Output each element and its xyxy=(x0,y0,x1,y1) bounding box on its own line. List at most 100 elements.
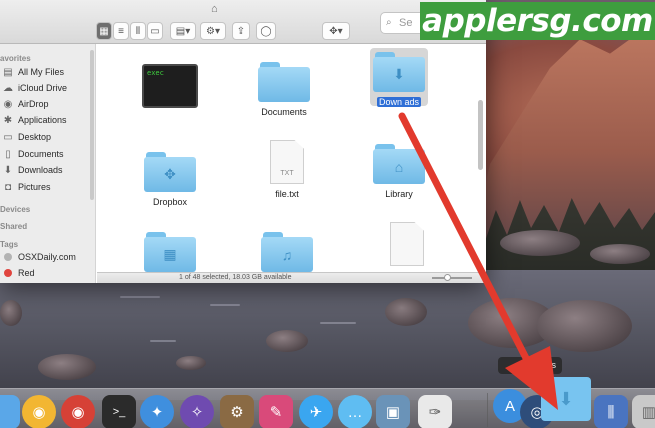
dock-safari[interactable]: ✦ xyxy=(140,395,174,428)
search-icon: ⌕ xyxy=(386,17,392,28)
dock-twitter[interactable]: ✈ xyxy=(299,395,333,428)
icon-size-slider[interactable] xyxy=(432,274,472,281)
sidebar-tag-osxdaily[interactable]: OSXDaily.com xyxy=(0,249,96,265)
tags-button[interactable]: ◯ xyxy=(256,22,276,40)
sidebar-item-applications[interactable]: ✱ Applications xyxy=(0,112,96,128)
downloads-folder-icon: ⬇ xyxy=(373,52,425,92)
sidebar-item-pictures[interactable]: ◘ Pictures xyxy=(0,179,96,195)
devices-heading: Devices xyxy=(0,205,31,214)
dock-chrome-canary[interactable]: ◉ xyxy=(22,395,56,428)
file-label: Library xyxy=(385,189,413,199)
water-ripple xyxy=(120,296,160,298)
dock: ◉ ◉ >_ ✦ ✧ ⚙ ✎ ✈ … ▣ ✑ A ◎ ⬇ ⫼ ▥ xyxy=(0,377,655,428)
file-grid: exec Documents ⬇ Down ads ✥ Dropbox TXT … xyxy=(97,44,486,272)
rock xyxy=(590,244,650,264)
tags-heading: Tags xyxy=(0,240,19,249)
dock-trash[interactable]: ▥ xyxy=(632,395,655,428)
home-icon: ⌂ xyxy=(211,3,218,15)
sidebar-item-desktop[interactable]: ▭ Desktop xyxy=(0,129,96,145)
sidebar-item-label: iCloud Drive xyxy=(18,83,68,93)
arrange-menu[interactable]: ▤▾ xyxy=(170,22,196,40)
dock-downloads-stack[interactable]: ⬇ xyxy=(541,377,591,421)
document-icon xyxy=(390,222,424,266)
file-item-file-txt[interactable]: TXT file.txt xyxy=(242,140,332,202)
rock xyxy=(500,230,580,256)
icon-view-button[interactable]: ▦ xyxy=(96,22,112,40)
dock-applications-stack[interactable]: ⫼ xyxy=(594,395,628,428)
watermark-text: applersg.com xyxy=(422,3,653,39)
favorites-heading: avorites xyxy=(0,54,31,63)
rock xyxy=(176,356,206,370)
file-item-library[interactable]: ⌂ Library xyxy=(354,144,444,202)
sidebar-tag-red[interactable]: Red xyxy=(0,265,96,281)
file-label: Documents xyxy=(261,107,307,117)
sidebar-item-label: Documents xyxy=(18,149,64,159)
movies-folder-icon: ▦ xyxy=(144,232,196,272)
list-view-button[interactable]: ≡ xyxy=(113,22,129,40)
file-item-exec[interactable]: exec xyxy=(125,64,215,108)
file-item-downloads[interactable]: ⬇ Down ads xyxy=(354,52,444,110)
sidebar-item-label: Red xyxy=(18,268,35,278)
dock-tooltip-text: ads xyxy=(541,360,556,370)
file-item-music[interactable]: ♫ xyxy=(242,232,332,272)
file-label-selected: Down ads xyxy=(376,97,422,107)
rock xyxy=(0,300,22,326)
watermark-logo: applersg.com xyxy=(420,2,655,40)
finder-toolbar: ⌂ ▦ ≡ ⫴ ▭ ▤▾ ⚙▾ ⇪ ◯ ✥▾ ⌕ Se xyxy=(0,0,486,44)
rock xyxy=(537,300,632,352)
camera-icon: ◘ xyxy=(4,181,12,193)
sidebar-item-label: Pictures xyxy=(18,182,51,192)
file-item-dropbox[interactable]: ✥ Dropbox xyxy=(125,152,215,210)
desktop-icon: ▭ xyxy=(3,131,13,143)
doc-badge: TXT xyxy=(280,170,294,177)
dock-messages[interactable]: … xyxy=(338,395,372,428)
dock-terminal[interactable]: >_ xyxy=(102,395,136,428)
water-ripple xyxy=(150,340,176,342)
sidebar-item-downloads[interactable]: ⬇ Downloads xyxy=(0,162,96,178)
dock-chrome[interactable]: ◉ xyxy=(61,395,95,428)
sidebar-item-icloud-drive[interactable]: ☁ iCloud Drive xyxy=(0,80,96,96)
water-ripple xyxy=(320,322,356,324)
sidebar-item-documents[interactable]: ▯ Documents xyxy=(0,146,96,162)
finder-window: ⌂ ▦ ≡ ⫴ ▭ ▤▾ ⚙▾ ⇪ ◯ ✥▾ ⌕ Se avorites ▤ A… xyxy=(0,0,486,283)
sidebar-item-label: Downloads xyxy=(18,165,63,175)
sidebar-scrollbar[interactable] xyxy=(90,50,94,200)
shared-heading: Shared xyxy=(0,222,28,231)
dropbox-menu[interactable]: ✥▾ xyxy=(322,22,350,40)
tag-dot-icon xyxy=(4,253,12,261)
sidebar-item-all-my-files[interactable]: ▤ All My Files xyxy=(0,64,96,80)
action-menu[interactable]: ⚙▾ xyxy=(200,22,226,40)
coverflow-view-button[interactable]: ▭ xyxy=(147,22,163,40)
search-placeholder: Se xyxy=(399,17,413,29)
dock-instruments[interactable]: ✧ xyxy=(180,395,214,428)
dock-finder[interactable] xyxy=(0,395,20,428)
library-folder-icon: ⌂ xyxy=(373,144,425,184)
dock-preview[interactable]: ▣ xyxy=(376,395,410,428)
file-label: file.txt xyxy=(275,189,299,199)
water-ripple xyxy=(210,304,240,306)
file-item-document[interactable] xyxy=(362,222,452,266)
music-folder-icon: ♫ xyxy=(261,232,313,272)
sidebar-item-label: AirDrop xyxy=(18,99,49,109)
airdrop-icon: ◉ xyxy=(3,98,13,110)
all-files-icon: ▤ xyxy=(3,66,13,78)
rock xyxy=(385,298,427,326)
cloud-icon: ☁ xyxy=(3,82,13,94)
content-scrollbar[interactable] xyxy=(478,100,483,170)
column-view-button[interactable]: ⫴ xyxy=(130,22,146,40)
dock-automator[interactable]: ⚙ xyxy=(220,395,254,428)
finder-sidebar: avorites ▤ All My Files ☁ iCloud Drive ◉… xyxy=(0,44,96,283)
documents-icon: ▯ xyxy=(5,148,11,160)
dock-skitch[interactable]: ✎ xyxy=(259,395,293,428)
sidebar-item-label: OSXDaily.com xyxy=(18,252,76,262)
text-document-icon: TXT xyxy=(270,140,304,184)
share-button[interactable]: ⇪ xyxy=(232,22,250,40)
sidebar-item-airdrop[interactable]: ◉ AirDrop xyxy=(0,96,96,112)
terminal-screen-text: exec xyxy=(147,69,164,77)
file-item-documents[interactable]: Documents xyxy=(239,62,329,120)
rock xyxy=(266,330,308,352)
rock xyxy=(38,354,96,380)
applications-icon: ✱ xyxy=(3,114,13,126)
file-item-movies[interactable]: ▦ xyxy=(125,232,215,272)
dock-textedit[interactable]: ✑ xyxy=(418,395,452,428)
